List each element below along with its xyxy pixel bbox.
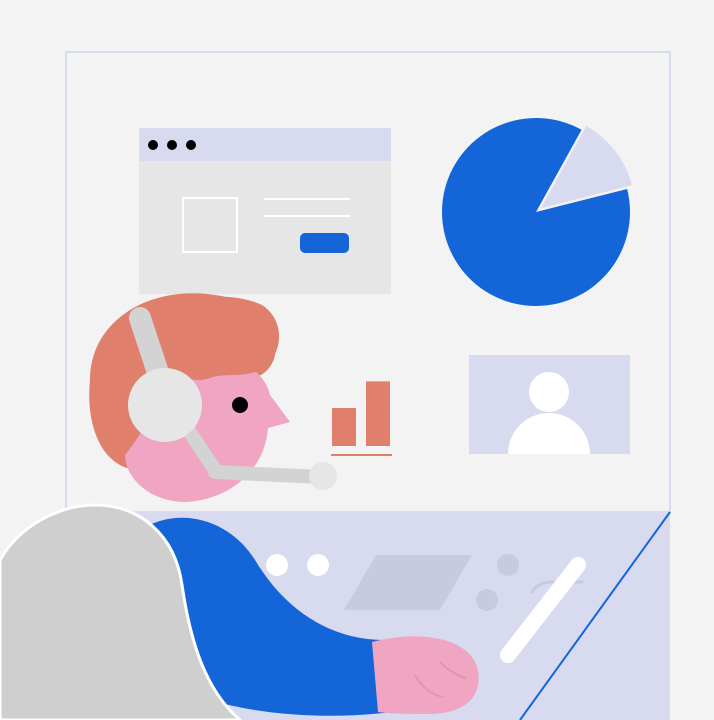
headset-mic-boom (208, 465, 329, 484)
bar-chart-bar (332, 408, 356, 446)
agent-eye (232, 397, 248, 413)
illustration-scene (0, 0, 714, 720)
browser-dot-icon (186, 140, 196, 150)
profile-head-icon (529, 372, 569, 412)
bar-chart-icon (331, 381, 392, 456)
agent-hair-top (150, 296, 280, 380)
user-profile-icon (469, 355, 630, 454)
browser-dot-icon (167, 140, 177, 150)
illustration-canvas (0, 51, 671, 720)
button-shape-icon (300, 233, 349, 253)
headset-earcup (128, 368, 202, 442)
bar-chart-bar (366, 381, 390, 446)
key-round-icon (307, 554, 329, 576)
browser-window-icon (139, 128, 391, 294)
support-agent-figure (0, 293, 479, 720)
knob-icon (476, 589, 498, 611)
pie-chart-icon (441, 117, 632, 306)
browser-dot-icon (148, 140, 158, 150)
headset-mic-tip (309, 462, 337, 490)
knob-icon (497, 554, 519, 576)
key-round-icon (266, 554, 288, 576)
